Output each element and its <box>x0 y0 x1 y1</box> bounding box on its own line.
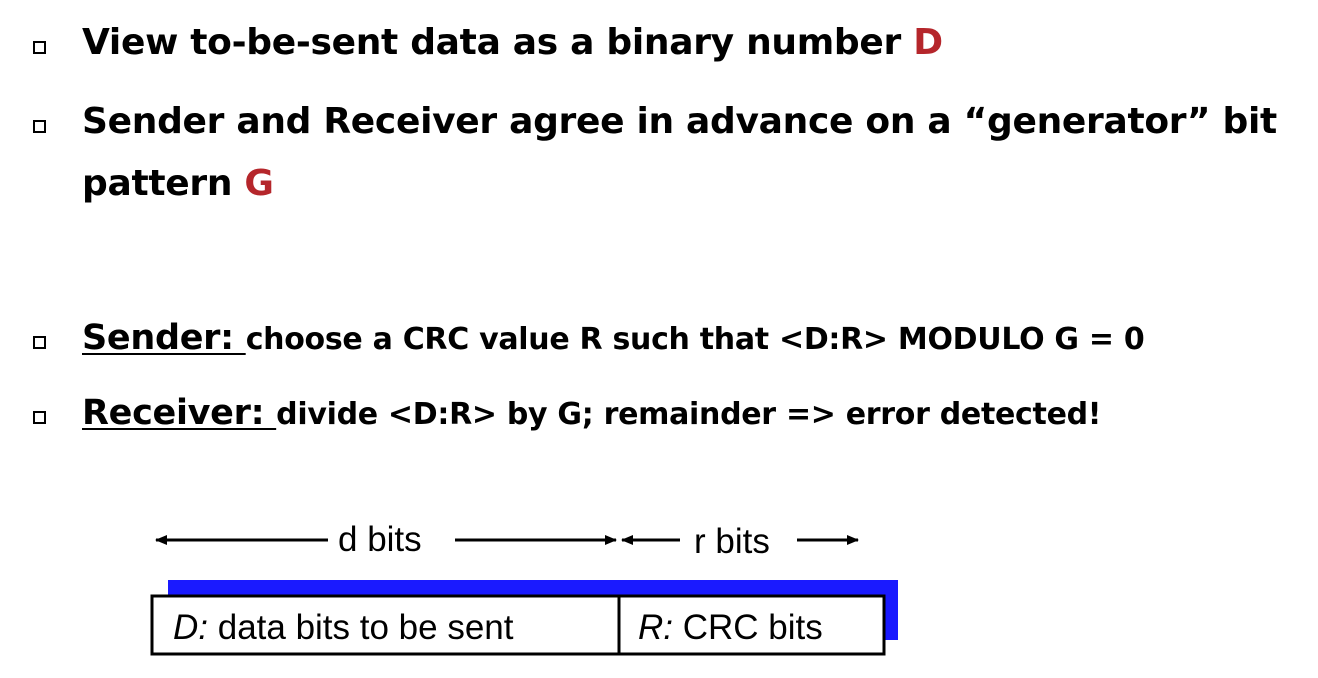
crc-bits-text: R: CRC bits <box>638 608 823 647</box>
data-bits-desc: data bits to be sent <box>208 608 514 647</box>
crc-bits-prefix: R: <box>638 608 673 647</box>
crc-frame-diagram: d bits r bits D: data bits to be sent R:… <box>150 520 898 656</box>
d-bits-label: d bits <box>338 520 422 559</box>
crc-bits-desc: CRC bits <box>673 608 823 647</box>
data-bits-text: D: data bits to be sent <box>173 608 514 647</box>
data-bits-prefix: D: <box>173 608 208 647</box>
r-bits-label: r bits <box>694 522 770 561</box>
